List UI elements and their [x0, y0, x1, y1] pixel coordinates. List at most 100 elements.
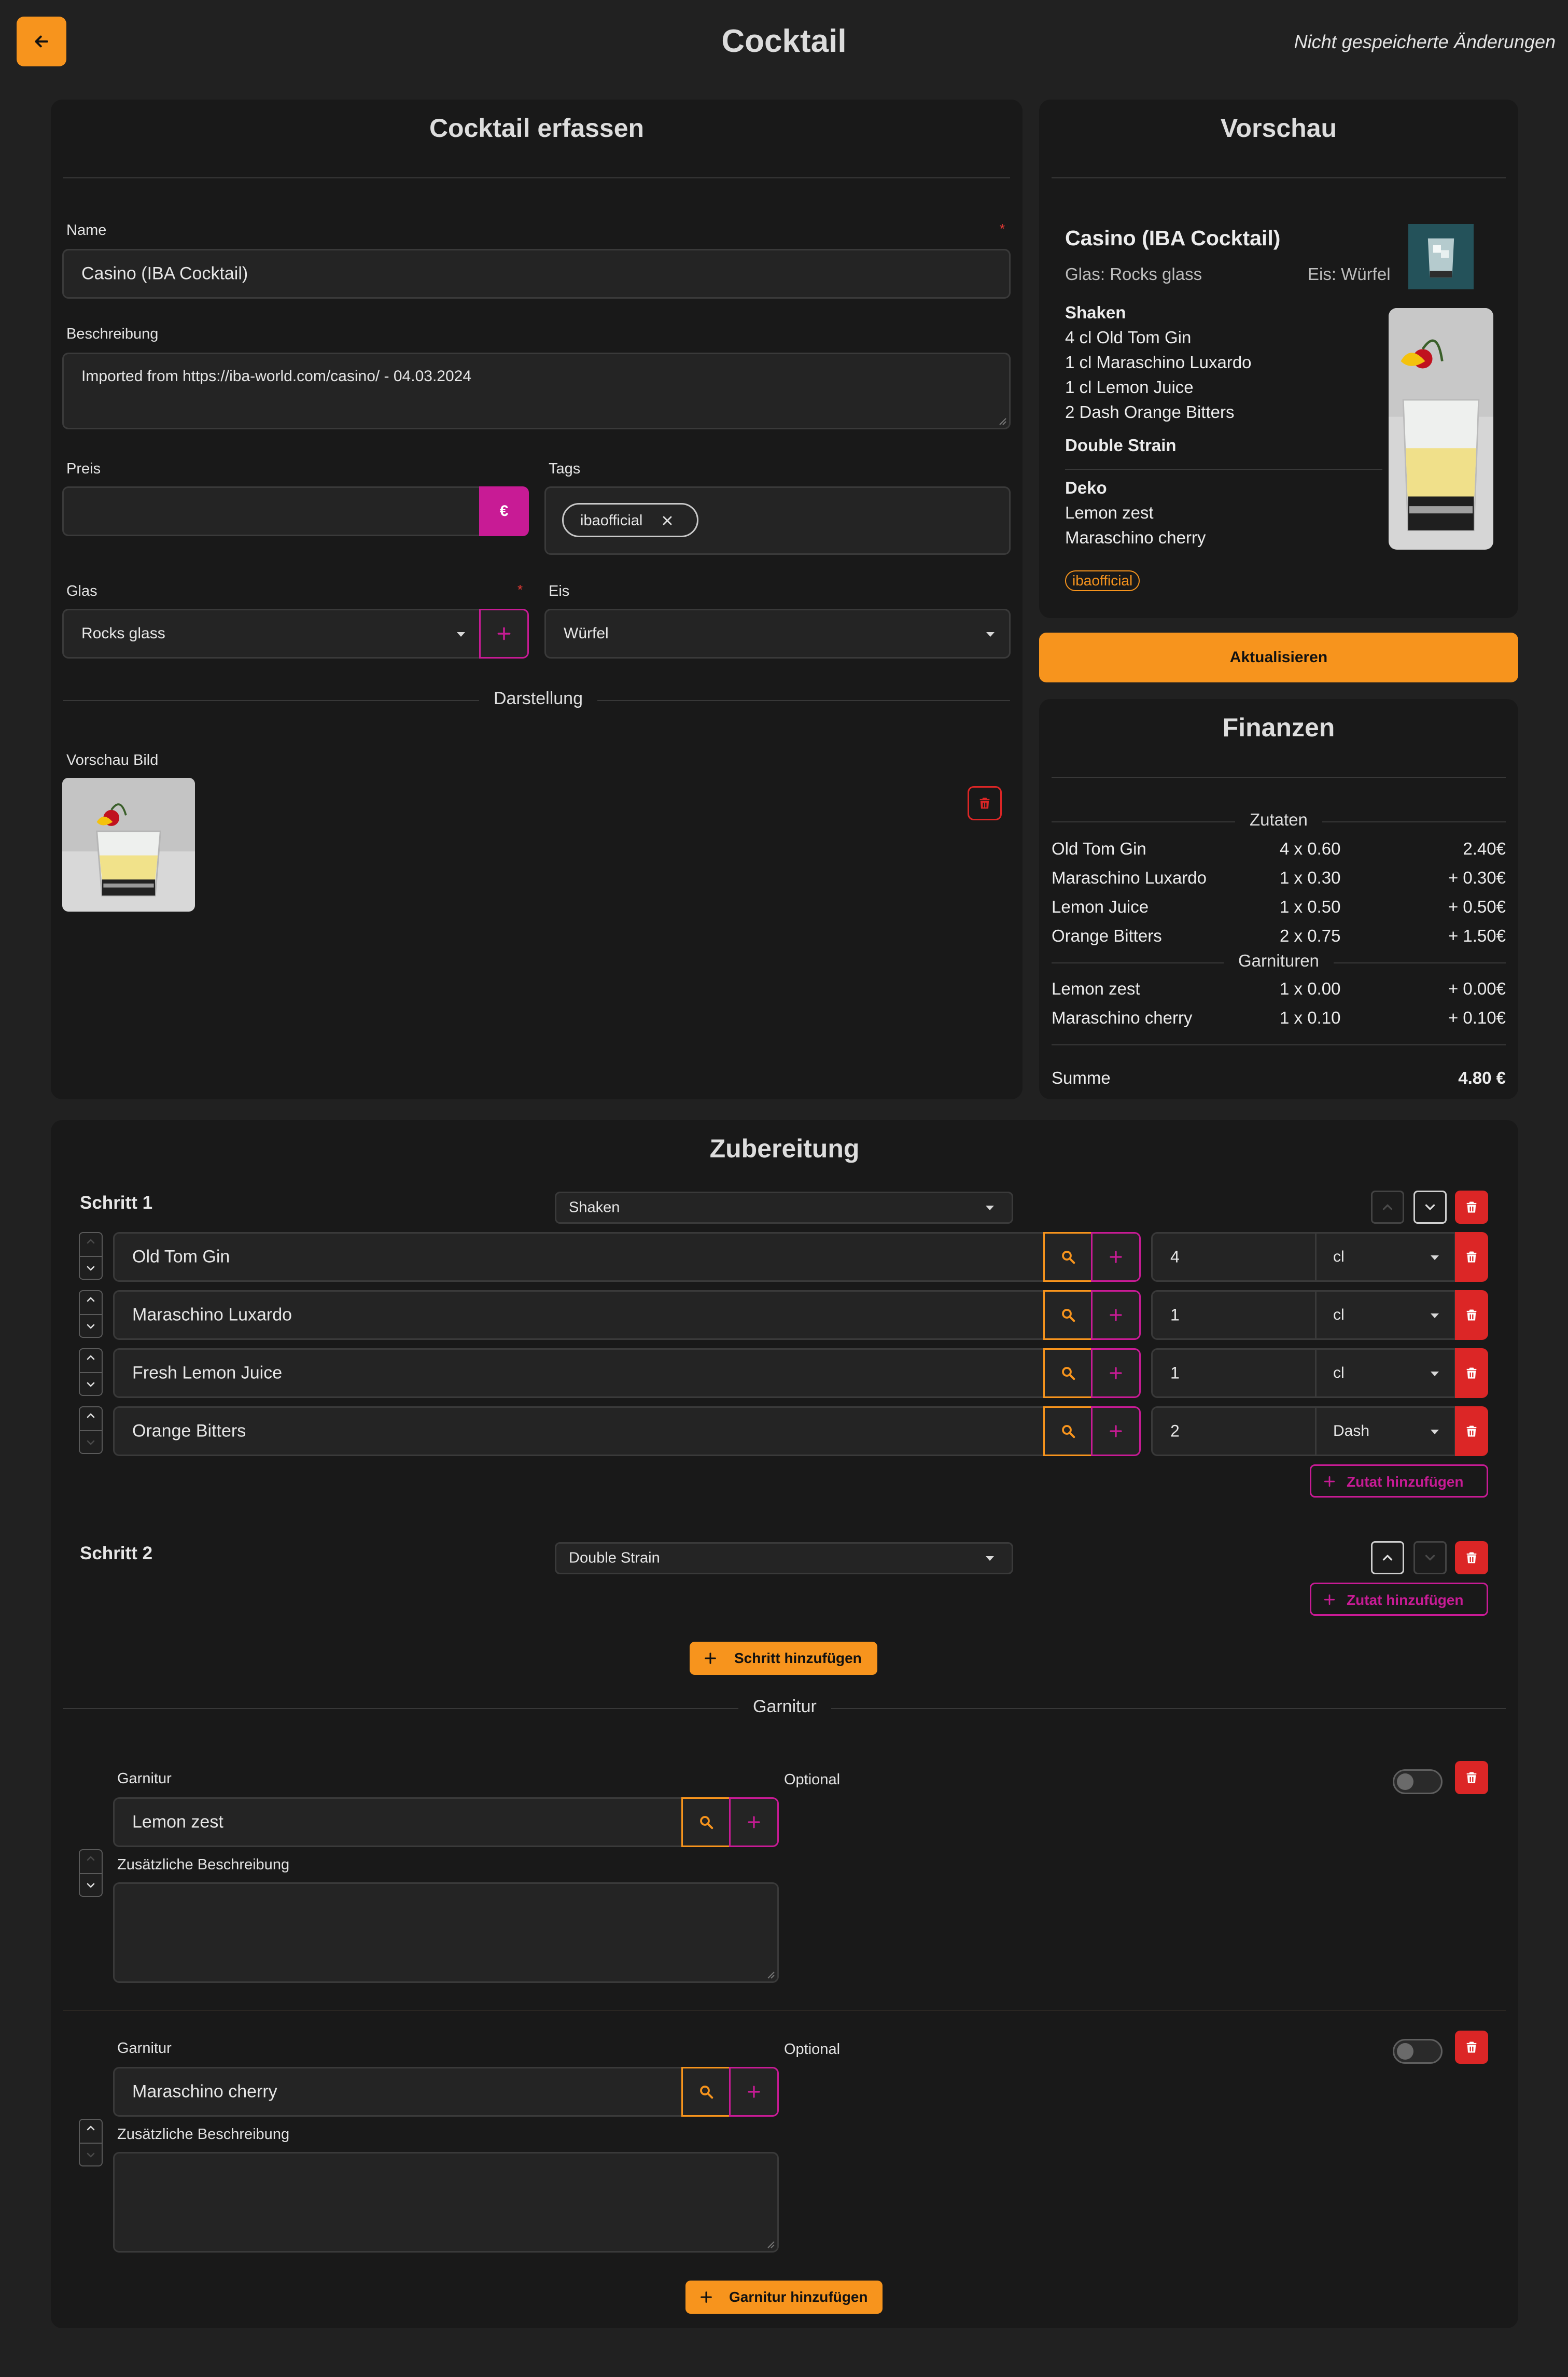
- delete-step-button[interactable]: [1455, 1541, 1488, 1574]
- move-step-up-button[interactable]: [1371, 1541, 1404, 1574]
- chevron-down-icon: [85, 1262, 97, 1275]
- garnish-input[interactable]: Maraschino cherry: [113, 2067, 683, 2117]
- trash-icon: [1464, 1250, 1479, 1264]
- search-ingredient-button[interactable]: [1043, 1232, 1093, 1282]
- delete-ingredient-button[interactable]: [1455, 1348, 1488, 1398]
- finance-title: Finanzen: [1222, 713, 1335, 742]
- delete-ingredient-button[interactable]: [1455, 1232, 1488, 1282]
- search-icon: [1060, 1423, 1076, 1439]
- search-garnish-button[interactable]: [681, 1797, 731, 1847]
- ingredient-input[interactable]: Maraschino Luxardo: [113, 1290, 1046, 1340]
- search-icon: [1060, 1307, 1076, 1323]
- ingredient-input[interactable]: Fresh Lemon Juice: [113, 1348, 1046, 1398]
- finance-sum-value: 4.80 €: [1458, 1068, 1506, 1087]
- search-garnish-button[interactable]: [681, 2067, 731, 2117]
- finance-row-total: + 1.50€: [1448, 926, 1506, 945]
- description-textarea[interactable]: Imported from https://iba-world.com/casi…: [62, 353, 1011, 429]
- price-input[interactable]: [62, 486, 481, 536]
- delete-garnish-button[interactable]: [1455, 1761, 1488, 1794]
- delete-garnish-button[interactable]: [1455, 2031, 1488, 2064]
- move-step-up-button[interactable]: [1371, 1191, 1404, 1224]
- finance-row-total: 2.40€: [1463, 839, 1506, 858]
- name-label: Name: [66, 222, 107, 239]
- plus-icon: [746, 1814, 762, 1830]
- chevron-up-icon: [1380, 1550, 1395, 1565]
- back-button[interactable]: [17, 17, 66, 66]
- garnish-extra-textarea[interactable]: [113, 2152, 779, 2253]
- delete-image-button[interactable]: [968, 786, 1002, 820]
- preview-image[interactable]: [62, 778, 195, 912]
- ice-label: Eis: [549, 583, 570, 599]
- chevron-up-icon: [85, 1293, 97, 1306]
- delete-ingredient-button[interactable]: [1455, 1290, 1488, 1340]
- update-preview-button[interactable]: Aktualisieren: [1039, 633, 1518, 682]
- garnish-extra-textarea[interactable]: [113, 1882, 779, 1983]
- trash-icon: [1464, 1366, 1479, 1380]
- reorder-handle[interactable]: [79, 2119, 103, 2166]
- name-input[interactable]: Casino (IBA Cocktail): [62, 249, 1011, 299]
- add-ingredient-step2-button[interactable]: Zutat hinzufügen: [1310, 1583, 1488, 1616]
- add-ingredient-step1-button[interactable]: Zutat hinzufügen: [1310, 1464, 1488, 1498]
- plus-icon: [703, 1651, 718, 1666]
- required-marker: *: [517, 582, 523, 597]
- delete-step-button[interactable]: [1455, 1191, 1488, 1224]
- add-garnish-item-button[interactable]: [729, 1797, 779, 1847]
- add-garnish-item-button[interactable]: [729, 2067, 779, 2117]
- reorder-handle[interactable]: [79, 1232, 103, 1280]
- display-separator: Darstellung: [479, 689, 597, 709]
- garnish-optional-toggle[interactable]: [1393, 2039, 1443, 2064]
- tag-chip[interactable]: ibaofficial: [562, 503, 698, 537]
- ingredient-input[interactable]: Orange Bitters: [113, 1406, 1046, 1456]
- amount-input[interactable]: 2: [1151, 1406, 1317, 1456]
- finance-row-calc: 1 x 0.10: [1280, 1008, 1341, 1027]
- reorder-handle[interactable]: [79, 1849, 103, 1897]
- unit-select[interactable]: Dash: [1315, 1406, 1456, 1456]
- preview-image-label: Vorschau Bild: [66, 752, 159, 768]
- chevron-down-icon: [1422, 1550, 1438, 1565]
- add-garnish-button[interactable]: Garnitur hinzufügen: [685, 2281, 883, 2314]
- search-ingredient-button[interactable]: [1043, 1406, 1093, 1456]
- preview-garnish-title: Deko: [1065, 478, 1107, 497]
- add-glass-button[interactable]: [479, 609, 529, 659]
- page-title: Cocktail: [721, 23, 847, 59]
- add-ingredient-button[interactable]: [1091, 1290, 1141, 1340]
- trash-icon: [1464, 1424, 1479, 1438]
- garnish-optional-toggle[interactable]: [1393, 1769, 1443, 1794]
- glass-select[interactable]: Rocks glass: [62, 609, 481, 659]
- step-method-select[interactable]: Double Strain: [555, 1542, 1013, 1574]
- unit-select[interactable]: cl: [1315, 1348, 1456, 1398]
- preview-garnish: Lemon zest: [1065, 503, 1154, 522]
- reorder-handle[interactable]: [79, 1290, 103, 1338]
- search-ingredient-button[interactable]: [1043, 1348, 1093, 1398]
- trash-icon: [1464, 1550, 1479, 1565]
- garnish-label: Garnitur: [117, 2040, 172, 2057]
- ingredient-input[interactable]: Old Tom Gin: [113, 1232, 1046, 1282]
- remove-tag-icon[interactable]: [660, 513, 675, 528]
- amount-input[interactable]: 1: [1151, 1290, 1317, 1340]
- preparation-title: Zubereitung: [709, 1134, 860, 1163]
- finance-row-calc: 1 x 0.50: [1280, 897, 1341, 916]
- ice-select[interactable]: Würfel: [544, 609, 1011, 659]
- move-step-down-button[interactable]: [1413, 1541, 1447, 1574]
- search-ingredient-button[interactable]: [1043, 1290, 1093, 1340]
- step-method-select[interactable]: Shaken: [555, 1192, 1013, 1224]
- amount-input[interactable]: 4: [1151, 1232, 1317, 1282]
- add-step-button[interactable]: Schritt hinzufügen: [690, 1642, 877, 1675]
- amount-input[interactable]: 1: [1151, 1348, 1317, 1398]
- garnish-input[interactable]: Lemon zest: [113, 1797, 683, 1847]
- add-ingredient-button[interactable]: [1091, 1232, 1141, 1282]
- move-step-down-button[interactable]: [1413, 1191, 1447, 1224]
- unit-select[interactable]: cl: [1315, 1290, 1456, 1340]
- finance-row-calc: 2 x 0.75: [1280, 926, 1341, 945]
- glass-label: Glas: [66, 583, 97, 599]
- delete-ingredient-button[interactable]: [1455, 1406, 1488, 1456]
- finance-row-calc: 1 x 0.00: [1280, 979, 1341, 998]
- unit-select[interactable]: cl: [1315, 1232, 1456, 1282]
- reorder-handle[interactable]: [79, 1348, 103, 1396]
- add-ingredient-button[interactable]: [1091, 1406, 1141, 1456]
- preview-step1-method: Shaken: [1065, 303, 1126, 322]
- search-icon: [1060, 1249, 1076, 1265]
- reorder-handle[interactable]: [79, 1406, 103, 1454]
- chevron-down-icon: [85, 1378, 97, 1391]
- add-ingredient-button[interactable]: [1091, 1348, 1141, 1398]
